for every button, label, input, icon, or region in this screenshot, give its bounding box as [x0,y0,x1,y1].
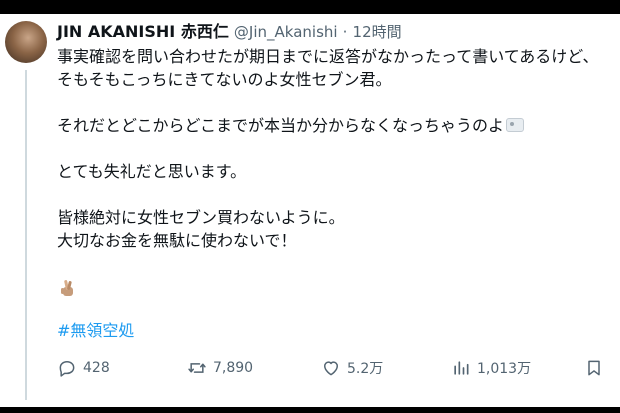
tweet-time[interactable]: 12時間 [353,23,402,41]
bookmark-icon [588,360,600,376]
bottom-frame-band [0,407,620,413]
bookmark-button[interactable] [584,356,604,380]
tweet-line: とても失礼だと思います。 [57,162,247,181]
tweet-line: そもそもこっちにきてないのよ女性セブン君。 [57,70,392,89]
author-handle[interactable]: @Jin_Akanishi [234,23,338,41]
heart-icon [324,361,338,376]
views-button[interactable]: 1,013万 [451,356,531,380]
tissue-box-icon [506,118,525,132]
author-name[interactable]: JIN AKANISHI 赤西仁 [57,22,229,41]
retweet-count: 7,890 [213,360,254,376]
like-button[interactable]: 5.2万 [321,356,383,380]
avatar[interactable] [5,21,47,63]
views-icon [454,361,469,375]
reply-count: 428 [83,360,110,376]
like-count: 5.2万 [347,361,384,377]
hashtag-link[interactable]: #無領空処 [57,320,134,342]
tweet-line: 事実確認を問い合わせたが期日までに返答がなかったって書いてあるけど、 [57,47,599,66]
tweet-line: 大切なお金を無駄に使わないで！ [57,231,297,250]
tweet-text: 事実確認を問い合わせたが期日までに返答がなかったって書いてあるけど、 そもそもこ… [57,45,617,252]
tweet-header: JIN AKANISHI 赤西仁 @Jin_Akanishi · 12時間 [57,21,402,43]
reply-button[interactable]: 428 [57,356,110,380]
thread-line [25,70,27,400]
action-bar: 428 7,890 5.2万 1,013万 [57,356,612,380]
top-frame-band [0,0,620,14]
tweet-card: JIN AKANISHI 赤西仁 @Jin_Akanishi · 12時間 事実… [0,0,620,413]
reply-icon [59,361,75,377]
view-count: 1,013万 [477,361,532,377]
crossed-fingers-icon [61,280,73,296]
retweet-icon [188,363,206,373]
tweet-line: それだとどこからどこまでが本当か分からなくなっちゃうのよ [57,116,505,135]
tweet-line: 皆様絶対に女性セブン買わないように。 [57,208,345,227]
tweet-line-with-emoji: それだとどこからどこまでが本当か分からなくなっちゃうのよ [57,114,617,137]
meta-separator: · [342,23,348,41]
retweet-button[interactable]: 7,890 [187,356,253,380]
